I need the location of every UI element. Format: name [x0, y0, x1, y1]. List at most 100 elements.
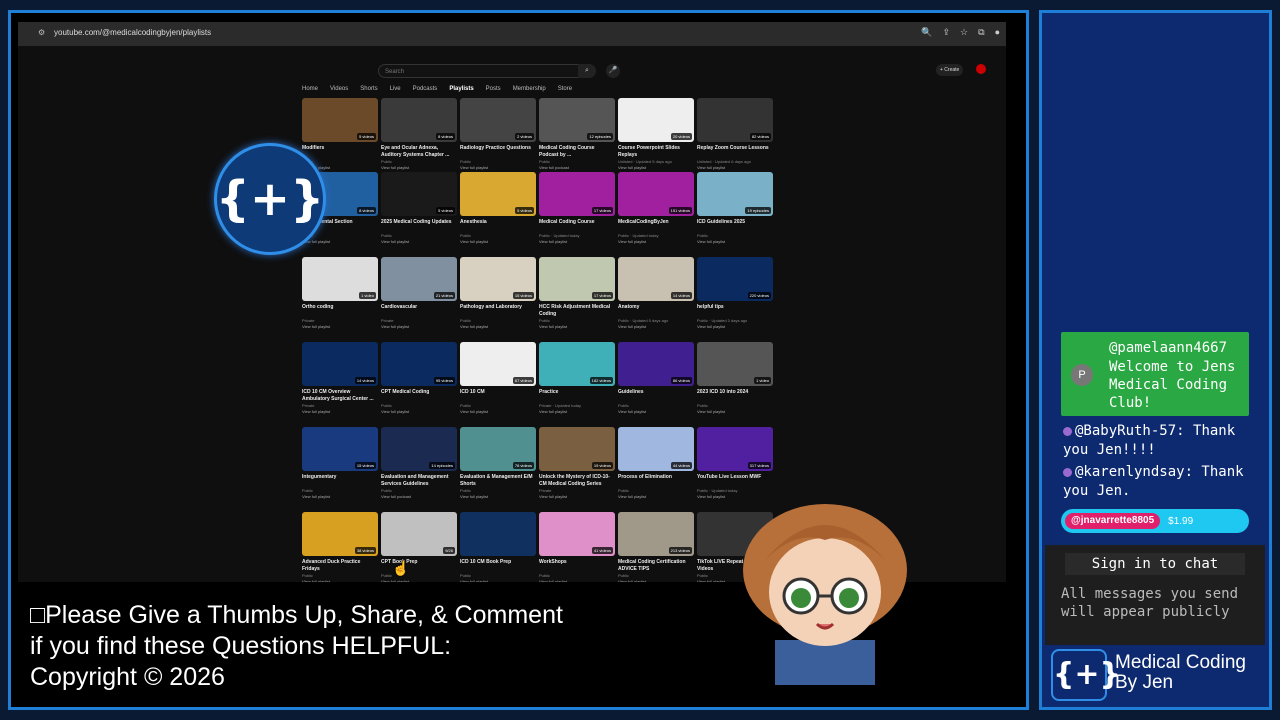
playlist-title[interactable]: Radiology Practice Questions	[460, 145, 536, 159]
playlist-card[interactable]: ICD 10 CM Book Prep Public View full playl…	[460, 512, 536, 582]
playlist-card[interactable]: 19 videos Unlock the Mystery of ICD-10-CM…	[539, 427, 615, 500]
view-full-playlist-link[interactable]: View full playlist	[460, 409, 536, 415]
playlist-card[interactable]: 14 episodes Evaluation and Management Ser…	[381, 427, 457, 500]
playlist-card[interactable]: 19 episodes ICD Guidelines 2025 Public View…	[697, 172, 773, 245]
playlist-thumbnail[interactable]: 5 videos	[302, 98, 378, 142]
view-full-playlist-link[interactable]: View full playlist	[381, 579, 457, 582]
view-full-playlist-link[interactable]: View full playlist	[381, 324, 457, 330]
playlist-thumbnail[interactable]	[460, 512, 536, 556]
playlist-title[interactable]: Guidelines	[618, 389, 694, 403]
tab-posts[interactable]: Posts	[486, 86, 501, 92]
playlist-title[interactable]: ICD 10 CM Overview Ambulatory Surgical C…	[302, 389, 378, 403]
playlist-card[interactable]: 14 videos Anatomy Public · Updated 5 days …	[618, 257, 694, 330]
playlist-title[interactable]: Pathology and Laboratory	[460, 304, 536, 318]
tab-shorts[interactable]: Shorts	[360, 86, 377, 92]
playlist-card[interactable]: 17 videos HCC Risk Adjustment Medical Cod…	[539, 257, 615, 330]
browser-url[interactable]: youtube.com/@medicalcodingbyjen/playlist…	[54, 28, 211, 37]
chat-username[interactable]: @BabyRuth-57	[1075, 423, 1176, 439]
tab-store[interactable]: Store	[558, 86, 572, 92]
playlist-card[interactable]: 5 videosModifiersPublicView full playlis…	[302, 98, 378, 171]
superchat-ticker[interactable]: @jnavarrette8805 $1.99	[1061, 509, 1249, 533]
playlist-title[interactable]: Medical Coding Course	[539, 219, 615, 233]
view-full-playlist-link[interactable]: View full playlist	[381, 165, 457, 171]
playlist-title[interactable]: Unlock the Mystery of ICD-10-CM Medical …	[539, 474, 615, 488]
view-full-playlist-link[interactable]: View full playlist	[539, 579, 615, 582]
view-full-playlist-link[interactable]: View full playlist	[618, 324, 694, 330]
playlist-card[interactable]: 17 videos Medical Coding Course Public · U…	[539, 172, 615, 245]
playlist-title[interactable]: Practice	[539, 389, 615, 403]
view-full-playlist-link[interactable]: View full playlist	[539, 324, 615, 330]
chat-username[interactable]: @karenlyndsay	[1075, 464, 1185, 480]
view-full-playlist-link[interactable]: View full playlist	[697, 239, 773, 245]
site-info-icon[interactable]: ⚙	[38, 28, 45, 37]
playlist-title[interactable]: 2023 ICD 10 into 2024	[697, 389, 773, 403]
profile-icon[interactable]: ●	[995, 27, 1000, 38]
view-full-playlist-link[interactable]: View full playlist	[539, 409, 615, 415]
playlist-title[interactable]: 2025 Medical Coding Updates	[381, 219, 457, 233]
tab-live[interactable]: Live	[390, 86, 401, 92]
playlist-thumbnail[interactable]: 82 videos	[697, 98, 773, 142]
view-full-playlist-link[interactable]: View full playlist	[697, 409, 773, 415]
playlist-title[interactable]: ICD 10 CM Book Prep	[460, 559, 536, 573]
playlist-card[interactable]: 67 videos ICD 10 CM Public View full playli…	[460, 342, 536, 415]
view-full-playlist-link[interactable]: View full playlist	[302, 324, 378, 330]
view-full-playlist-link[interactable]: View full playlist	[302, 239, 378, 245]
view-full-playlist-link[interactable]: View full podcast	[539, 165, 615, 171]
playlist-title[interactable]: Replay Zoom Course Lessons	[697, 145, 773, 159]
tab-playlists[interactable]: Playlists	[449, 86, 473, 92]
yt-search-input[interactable]: Search	[378, 64, 588, 78]
playlist-card[interactable]: 20 videos Course Powerpoint Slides Replay…	[618, 98, 694, 171]
playlist-card[interactable]: 86 videos Guidelines Public View full playl…	[618, 342, 694, 415]
playlist-title[interactable]: Eye and Ocular Adnexa, Auditory Systems …	[381, 145, 457, 159]
playlist-card[interactable]: 95 videos CPT Medical Coding Public View fu…	[381, 342, 457, 415]
playlist-title[interactable]: YouTube Live Lesson MWF	[697, 474, 773, 488]
playlist-title[interactable]: WorkShops	[539, 559, 615, 573]
playlist-card[interactable]: 82 videos Replay Zoom Course Lessons Unlis…	[697, 98, 773, 171]
playlist-thumbnail[interactable]: 2 videos	[460, 98, 536, 142]
view-full-playlist-link[interactable]: View full playlist	[302, 409, 378, 415]
playlist-thumbnail[interactable]: 1 video	[697, 342, 773, 386]
view-full-playlist-link[interactable]: View full playlist	[460, 239, 536, 245]
playlist-card[interactable]: 14 videos ICD 10 CM Overview Ambulatory S…	[302, 342, 378, 415]
view-full-playlist-link[interactable]: View full playlist	[618, 579, 694, 582]
playlist-card[interactable]: 76 videos Evaluation & Management E/M Sho…	[460, 427, 536, 500]
extensions-icon[interactable]: ⧉	[978, 27, 984, 38]
playlist-card[interactable]: 38 videos Advanced Duck Practice Fridays P…	[302, 512, 378, 582]
playlist-thumbnail[interactable]: 14 videos	[302, 342, 378, 386]
playlist-card[interactable]: 12 episodes Medical Coding Course Podcast…	[539, 98, 615, 171]
playlist-thumbnail[interactable]: 44 videos	[618, 427, 694, 471]
playlist-thumbnail[interactable]: 14 videos	[618, 257, 694, 301]
playlist-title[interactable]: Anesthesia	[460, 219, 536, 233]
playlist-card[interactable]: 15 videos Pathology and Laboratory Public V…	[460, 257, 536, 330]
view-full-playlist-link[interactable]: View full playlist	[539, 494, 615, 500]
microphone-icon[interactable]: 🎤	[606, 64, 620, 78]
view-full-playlist-link[interactable]: View full playlist	[618, 239, 694, 245]
playlist-card[interactable]: 213 videos Medical Coding Certification A…	[618, 512, 694, 582]
playlist-thumbnail[interactable]: 317 videos	[697, 427, 773, 471]
playlist-thumbnail[interactable]: 17 videos	[539, 257, 615, 301]
browser-address-bar[interactable]: ⚙ youtube.com/@medicalcodingbyjen/playli…	[18, 22, 1006, 46]
view-full-playlist-link[interactable]: View full playlist	[381, 409, 457, 415]
view-full-playlist-link[interactable]: View full podcast	[381, 494, 457, 500]
notification-bell-icon[interactable]	[976, 64, 986, 74]
playlist-title[interactable]: helpful tips	[697, 304, 773, 318]
bookmark-star-icon[interactable]: ☆	[960, 27, 968, 38]
playlist-title[interactable]: Anatomy	[618, 304, 694, 318]
playlist-card[interactable]: 317 videos YouTube Live Lesson MWF Public …	[697, 427, 773, 500]
playlist-thumbnail[interactable]: 5 videos	[381, 172, 457, 216]
playlist-thumbnail[interactable]: 12 episodes	[539, 98, 615, 142]
playlist-title[interactable]: ICD 10 CM	[460, 389, 536, 403]
playlist-thumbnail[interactable]: 14 episodes	[381, 427, 457, 471]
playlist-title[interactable]: Advanced Duck Practice Fridays	[302, 559, 378, 573]
playlist-thumbnail[interactable]: 1 video	[302, 257, 378, 301]
playlist-title[interactable]: Process of Elimination	[618, 474, 694, 488]
playlist-card[interactable]: 5 videos Anesthesia Public View full playli…	[460, 172, 536, 245]
view-full-playlist-link[interactable]: View full playlist	[539, 239, 615, 245]
playlist-thumbnail[interactable]: 86 videos	[618, 342, 694, 386]
playlist-thumbnail[interactable]: 67 videos	[460, 342, 536, 386]
playlist-thumbnail[interactable]: 15 videos	[302, 427, 378, 471]
view-full-playlist-link[interactable]: View full playlist	[460, 324, 536, 330]
playlist-title[interactable]: Medical Coding Certification ADVICE TIPS	[618, 559, 694, 573]
view-full-playlist-link[interactable]: View full playlist	[381, 239, 457, 245]
playlist-card[interactable]: 182 videos Practice Private · Updated toda…	[539, 342, 615, 415]
